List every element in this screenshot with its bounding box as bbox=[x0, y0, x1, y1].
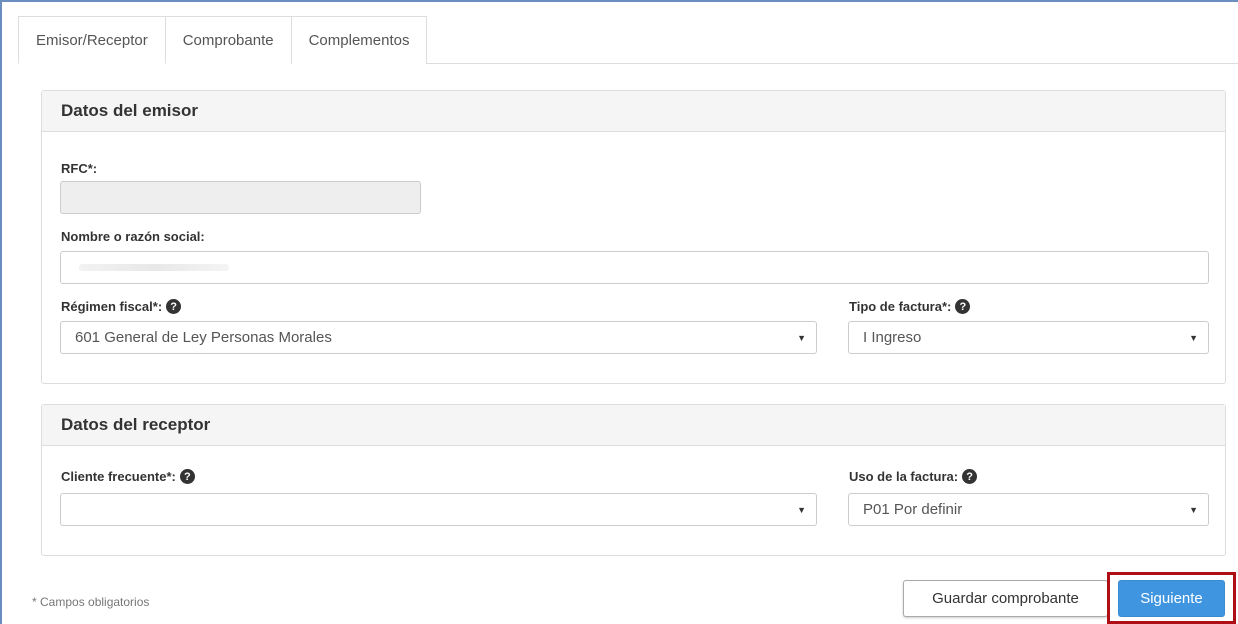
regimen-label-text: Régimen fiscal*: bbox=[61, 299, 163, 314]
next-button[interactable]: Siguiente bbox=[1118, 580, 1225, 617]
tab-bar: Emisor/Receptor Comprobante Complementos bbox=[18, 16, 428, 64]
uso-select-value: P01 Por definir bbox=[863, 501, 963, 518]
nombre-label: Nombre o razón social: bbox=[61, 229, 205, 244]
rfc-label-text: RFC*: bbox=[61, 161, 98, 176]
cliente-select[interactable]: ▼ bbox=[60, 493, 817, 526]
help-icon[interactable]: ? bbox=[955, 299, 971, 314]
caret-down-icon: ▼ bbox=[797, 505, 806, 515]
caret-down-icon: ▼ bbox=[1189, 333, 1198, 343]
caret-down-icon: ▼ bbox=[797, 333, 806, 343]
receptor-panel: Datos del receptor Cliente frecuente*: ?… bbox=[41, 404, 1226, 556]
help-icon[interactable]: ? bbox=[962, 469, 978, 484]
tab-complementos[interactable]: Complementos bbox=[290, 16, 428, 64]
uso-label: Uso de la factura: ? bbox=[849, 469, 978, 484]
help-icon[interactable]: ? bbox=[166, 299, 182, 314]
help-icon[interactable]: ? bbox=[179, 469, 195, 484]
redacted-value bbox=[79, 264, 229, 271]
receptor-panel-title: Datos del receptor bbox=[42, 405, 1225, 446]
tab-emisor-receptor[interactable]: Emisor/Receptor bbox=[18, 16, 166, 64]
nombre-input[interactable] bbox=[60, 251, 1209, 284]
cliente-label-text: Cliente frecuente*: bbox=[61, 469, 176, 484]
tipo-select-value: I Ingreso bbox=[863, 329, 922, 346]
cliente-label: Cliente frecuente*: ? bbox=[61, 469, 195, 484]
tipo-select[interactable]: I Ingreso ▼ bbox=[848, 321, 1209, 354]
regimen-label: Régimen fiscal*: ? bbox=[61, 299, 182, 314]
caret-down-icon: ▼ bbox=[1189, 505, 1198, 515]
rfc-input[interactable] bbox=[60, 181, 421, 214]
required-fields-note: * Campos obligatorios bbox=[32, 595, 150, 609]
emisor-panel-title: Datos del emisor bbox=[42, 91, 1225, 132]
nombre-label-text: Nombre o razón social: bbox=[61, 229, 205, 244]
emisor-panel: Datos del emisor RFC*: Nombre o razón so… bbox=[41, 90, 1226, 384]
regimen-select-value: 601 General de Ley Personas Morales bbox=[75, 329, 332, 346]
tipo-label: Tipo de factura*: ? bbox=[849, 299, 971, 314]
uso-select[interactable]: P01 Por definir ▼ bbox=[848, 493, 1209, 526]
regimen-select[interactable]: 601 General de Ley Personas Morales ▼ bbox=[60, 321, 817, 354]
tipo-label-text: Tipo de factura*: bbox=[849, 299, 952, 314]
uso-label-text: Uso de la factura: bbox=[849, 469, 959, 484]
rfc-label: RFC*: bbox=[61, 161, 97, 176]
save-button[interactable]: Guardar comprobante bbox=[903, 580, 1108, 617]
tab-comprobante[interactable]: Comprobante bbox=[164, 16, 292, 64]
